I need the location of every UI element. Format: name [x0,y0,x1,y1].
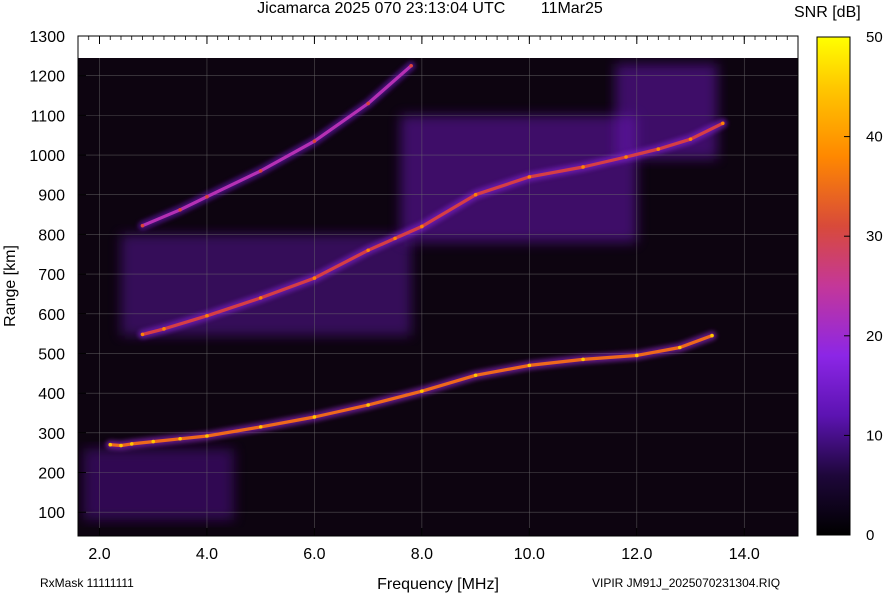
trace-point [420,389,424,393]
colorbar-tick-label: 50 [866,29,883,46]
trace-point [258,425,263,429]
trace-point [409,63,413,68]
colorbar-tick-label: 40 [866,129,883,146]
trace-point [473,373,478,378]
trace-point [677,345,682,350]
colorbar-tick-label: 0 [866,527,874,544]
rxmask-label: RxMask 11111111 [40,576,134,590]
trace-point [656,147,661,151]
trace-point [178,436,182,441]
y-tick-label: 600 [38,307,65,324]
y-tick-label: 200 [38,466,65,483]
trace-point [129,442,134,446]
trace-point [312,276,317,280]
y-tick-label: 300 [38,426,65,443]
trace-point [527,363,532,368]
trace-point [140,332,145,337]
trace-point [119,443,123,448]
trace-point [178,208,182,212]
x-tick-label: 2.0 [88,546,110,563]
y-tick-label: 1200 [29,69,65,86]
x-tick-label: 14.0 [729,546,760,563]
trace-point [635,353,639,358]
unsampled-range-strip [78,36,798,58]
trace-point [312,139,317,143]
y-tick-label: 100 [38,505,65,522]
x-tick-label: 10.0 [514,546,545,563]
trace-point [108,442,113,447]
trace-point [205,313,209,318]
y-tick-label: 700 [38,267,65,284]
colorbar-tick-label: 10 [866,427,883,444]
x-axis-label: Frequency [MHz] [377,576,499,593]
colorbar-tick-label: 20 [866,328,883,345]
trace-point [393,236,397,241]
y-axis-label: Range [km] [2,245,19,327]
trace-point [581,357,585,362]
y-tick-label: 800 [38,227,65,244]
trace-point [162,327,166,331]
ionogram-chart: 2.0 4.0 6.0 8.0 10.0 12.0 14.01002003004005006… [2,29,883,593]
y-tick-label: 400 [38,386,65,403]
y-tick-label: 900 [38,188,65,205]
y-tick-label: 1300 [29,29,65,46]
spread-region [83,448,234,521]
trace-point [366,403,370,407]
trace-point [151,439,156,444]
trace-point [527,175,532,179]
trace-point [720,121,725,126]
trace-point [140,223,145,228]
source-filename: VIPIR JM91J_2025070231304.RIQ [592,576,781,590]
trace-point [624,155,628,159]
trace-point [420,224,424,229]
trace-point [473,192,478,197]
x-tick-label: 8.0 [411,546,433,563]
trace-point [205,434,209,438]
colorbar-tick-label: 30 [866,228,883,245]
snr-colorbar [816,36,851,536]
trace-point [581,165,585,169]
trace-point [312,415,317,419]
x-tick-label: 6.0 [303,546,325,563]
trace-point [710,333,714,338]
trace-point [366,101,370,106]
trace-point [366,248,370,253]
y-tick-label: 1100 [31,108,66,125]
x-tick-label: 4.0 [196,546,218,563]
x-tick-label: 12.0 [621,546,652,563]
trace-point [258,169,263,173]
y-tick-label: 500 [38,346,65,363]
trace-point [688,137,693,141]
trace-point [258,296,263,300]
y-tick-label: 1000 [29,148,65,165]
trace-point [205,194,209,199]
